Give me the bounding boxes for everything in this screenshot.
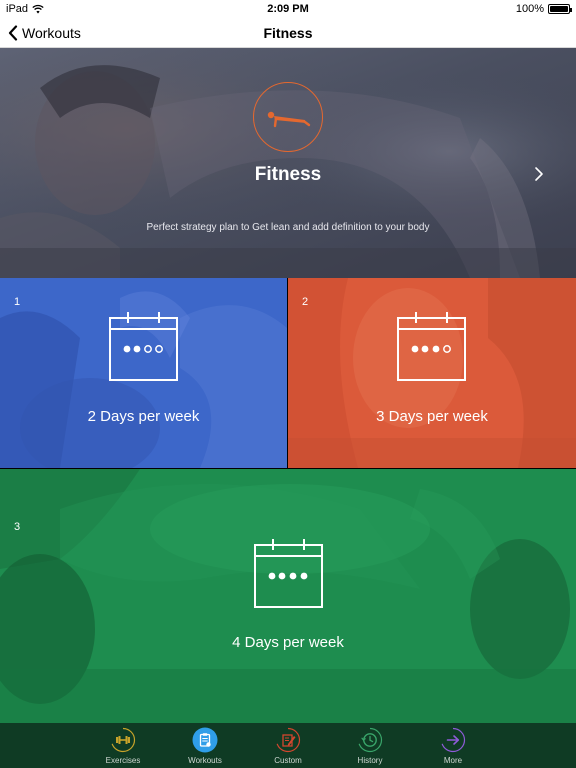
battery-percent: 100% [515, 3, 544, 15]
plan-label: 3 Days per week [376, 408, 488, 425]
tab-more[interactable]: More [418, 723, 488, 768]
page-title: Fitness [263, 24, 313, 41]
plan-tile-3-days[interactable]: 2 3 Days per week [288, 278, 576, 468]
plan-tile-4-days[interactable]: 3 4 Days per week [0, 469, 576, 723]
plan-label: 4 Days per week [232, 634, 344, 651]
plan-number: 1 [14, 296, 21, 308]
status-left: iPad [6, 3, 44, 15]
tab-custom[interactable]: Custom [253, 723, 323, 768]
clipboard-icon [192, 727, 218, 753]
plan-tile-2-days[interactable]: 1 2 Days per week [0, 278, 287, 468]
battery-icon [548, 4, 572, 14]
dumbbell-icon [110, 727, 136, 753]
calendar-icon [254, 539, 323, 608]
tab-label: More [443, 756, 463, 765]
tab-exercises[interactable]: Exercises [88, 723, 158, 768]
navigation-bar: Workouts Fitness [0, 18, 576, 48]
tab-bar: Exercises Workouts Custom History More [0, 723, 576, 768]
back-button[interactable]: Workouts [8, 18, 81, 48]
tab-workouts[interactable]: Workouts [170, 723, 240, 768]
back-button-label: Workouts [22, 25, 81, 41]
notepad-pencil-icon [275, 727, 301, 753]
clock-history-icon [357, 727, 383, 753]
tab-label: Exercises [105, 756, 141, 765]
tab-label: History [357, 756, 383, 765]
chevron-right-icon[interactable] [533, 166, 545, 182]
program-header[interactable]: Fitness Perfect strategy plan to Get lea… [0, 48, 576, 278]
plan-number: 2 [302, 296, 309, 308]
status-time: 2:09 PM [267, 3, 309, 15]
arrow-right-icon [440, 727, 466, 753]
calendar-icon [109, 312, 178, 381]
tab-history[interactable]: History [335, 723, 405, 768]
calendar-icon [397, 312, 466, 381]
program-icon-ring [253, 82, 323, 152]
status-right: 100% [515, 3, 572, 15]
plan-number: 3 [14, 521, 21, 533]
tab-label: Workouts [188, 756, 222, 765]
tab-label: Custom [274, 756, 302, 765]
chevron-left-icon [8, 25, 18, 41]
plan-label: 2 Days per week [87, 408, 200, 425]
push-up-icon [267, 111, 310, 127]
status-bar: iPad 2:09 PM 100% [0, 0, 576, 18]
battery-fill [550, 6, 568, 12]
program-description: Perfect strategy plan to Get lean and ad… [146, 222, 430, 233]
wifi-icon [32, 4, 44, 14]
device-name: iPad [6, 3, 29, 15]
program-title: Fitness [254, 164, 322, 185]
